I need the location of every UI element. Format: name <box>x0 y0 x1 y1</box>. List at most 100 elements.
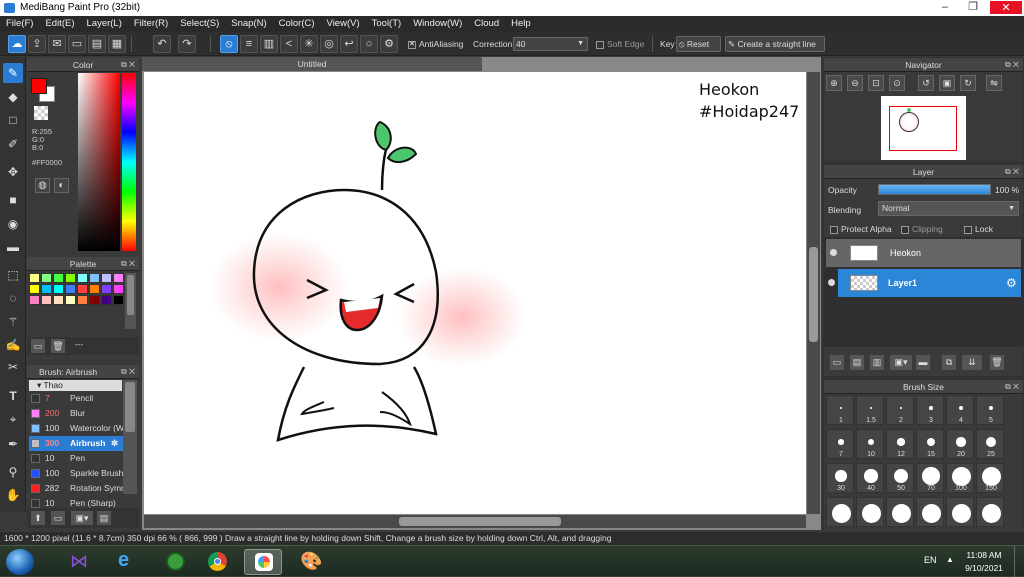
minimize-button[interactable]: – <box>934 0 956 15</box>
brush-size-cell[interactable] <box>886 497 914 527</box>
merge-layer-icon[interactable]: ⇊ <box>962 355 982 370</box>
brush-size-cell[interactable]: 30 <box>826 463 854 493</box>
brush-size-cell[interactable] <box>976 497 1004 527</box>
document-tab[interactable]: Untitled <box>142 57 482 71</box>
new-1bit-layer-icon[interactable]: ▥ <box>870 355 884 370</box>
perspective-snap-icon[interactable]: < <box>280 35 298 53</box>
save-icon[interactable]: ▤ <box>88 35 106 53</box>
brush-size-cell[interactable]: 1 <box>826 395 854 425</box>
concentric-snap-icon[interactable]: ◎ <box>320 35 338 53</box>
vertical-scroll-thumb[interactable] <box>809 247 818 342</box>
rotate-right-icon[interactable]: ↻ <box>960 75 976 91</box>
menu-edit[interactable]: Edit(E) <box>39 16 80 32</box>
brush-size-cell[interactable]: 70 <box>916 463 944 493</box>
close-button[interactable]: ✕ <box>990 1 1022 14</box>
brush-settings-icon[interactable]: ⬆ <box>31 511 45 525</box>
rotate-left-icon[interactable]: ↺ <box>918 75 934 91</box>
menu-window[interactable]: Window(W) <box>407 16 468 32</box>
cloud-icon[interactable]: ☁ <box>8 35 26 53</box>
export-icon[interactable]: ▦ <box>108 35 126 53</box>
navigator-viewport-frame[interactable] <box>889 106 957 151</box>
menu-cloud[interactable]: Cloud <box>468 16 505 32</box>
language-indicator[interactable]: EN <box>924 555 937 565</box>
palette-swatch[interactable] <box>77 284 88 294</box>
visibility-eye-icon[interactable] <box>828 279 835 286</box>
layer-settings-gear-icon[interactable]: ⚙ <box>1006 269 1017 297</box>
brush-size-cell[interactable]: 3 <box>916 395 944 425</box>
brush-size-cell[interactable] <box>826 497 854 527</box>
brush-size-cell[interactable]: 2 <box>886 395 914 425</box>
palette-swatch[interactable] <box>113 284 124 294</box>
show-desktop-button[interactable] <box>1014 546 1024 577</box>
primary-color-swatch[interactable] <box>31 78 47 94</box>
panel-popout-close-icon[interactable]: ⧉ ✕ <box>1005 58 1019 72</box>
undo-icon[interactable]: ↶ <box>153 35 171 53</box>
actual-size-icon[interactable]: ⊙ <box>889 75 905 91</box>
menu-snap[interactable]: Snap(N) <box>225 16 272 32</box>
fill-shape-tool-icon[interactable]: ■ <box>3 190 23 210</box>
eraser-tool-icon[interactable]: ◆ <box>3 87 23 107</box>
redo-icon[interactable]: ↷ <box>178 35 196 53</box>
palette-swatch[interactable] <box>113 295 124 305</box>
brush-select-tool-icon[interactable]: ✐ <box>3 134 23 154</box>
brush-tool-icon[interactable]: ✎ <box>3 63 23 83</box>
palette-swatch[interactable] <box>77 295 88 305</box>
add-brush-dropdown-icon[interactable]: ▣▾ <box>71 511 93 525</box>
share-icon[interactable]: ⇪ <box>28 35 46 53</box>
parallel-snap-icon[interactable]: ≡ <box>240 35 258 53</box>
fit-screen-icon[interactable]: ⊡ <box>868 75 884 91</box>
brush-item[interactable]: 282 Rotation Symmetry <box>29 481 123 496</box>
grid-snap-icon[interactable]: ▥ <box>260 35 278 53</box>
palette-swatch[interactable] <box>41 273 52 283</box>
palette-swatch[interactable] <box>29 273 40 283</box>
brush-item[interactable]: 10 Pen <box>29 451 123 466</box>
lasso-tool-icon[interactable]: ◌ <box>3 288 23 308</box>
saturation-value-picker[interactable] <box>78 73 120 251</box>
correction-dropdown[interactable]: 40 ▼ <box>513 37 588 51</box>
menu-view[interactable]: View(V) <box>321 16 366 32</box>
brush-property-icon[interactable]: ▤ <box>97 511 111 525</box>
select-pen-tool-icon[interactable]: ✍ <box>3 335 23 355</box>
visibility-eye-icon[interactable] <box>830 249 837 256</box>
brush-size-cell[interactable]: 4 <box>946 395 974 425</box>
hue-slider[interactable] <box>122 73 136 251</box>
palette-swatch[interactable] <box>89 284 100 294</box>
reset-button[interactable]: ⦸ Reset <box>676 36 721 52</box>
clock-date[interactable]: 9/10/2021 <box>960 563 1008 573</box>
duplicate-layer-icon[interactable]: ⧉ <box>942 355 956 370</box>
menu-filter[interactable]: Filter(R) <box>128 16 174 32</box>
operation-tool-icon[interactable]: ⌖ <box>3 409 23 429</box>
new-halftone-layer-icon[interactable]: ▤ <box>850 355 864 370</box>
snap-off-icon[interactable]: ⦸ <box>220 35 238 53</box>
panel-popout-close-icon[interactable]: ⧉ ✕ <box>1005 380 1019 394</box>
palette-swatch[interactable] <box>77 273 88 283</box>
palette-scrollbar[interactable] <box>125 273 136 329</box>
palette-swatch[interactable] <box>65 295 76 305</box>
blending-dropdown[interactable]: Normal ▼ <box>878 201 1019 216</box>
clock-time[interactable]: 11:08 AM <box>960 550 1008 560</box>
lock-checkbox[interactable]: Lock <box>964 224 993 234</box>
brush-gear-icon[interactable]: ✲ <box>111 436 118 451</box>
curve-snap-icon[interactable]: ↩ <box>340 35 358 53</box>
palette-swatch[interactable] <box>41 295 52 305</box>
flip-horizontal-icon[interactable]: ⇋ <box>986 75 1002 91</box>
straight-line-button[interactable]: ✎ Create a straight line <box>725 36 825 52</box>
palette-swatch[interactable] <box>101 284 112 294</box>
brush-size-cell[interactable]: 100 <box>946 463 974 493</box>
menu-layer[interactable]: Layer(L) <box>81 16 128 32</box>
brush-size-cell[interactable] <box>856 497 884 527</box>
hand-tool-icon[interactable]: ✋ <box>3 485 23 505</box>
folder-icon[interactable]: ▬ <box>916 355 930 370</box>
menu-help[interactable]: Help <box>505 16 537 32</box>
protect-alpha-checkbox[interactable]: Protect Alpha <box>830 224 892 234</box>
panel-popout-close-icon[interactable]: ⧉ ✕ <box>121 365 135 379</box>
palette-swatch[interactable] <box>65 284 76 294</box>
brush-size-cell[interactable]: 5 <box>976 395 1004 425</box>
opacity-slider[interactable] <box>878 184 991 195</box>
brush-size-cell[interactable]: 12 <box>886 429 914 459</box>
taskbar-internet-explorer-icon[interactable]: e <box>108 549 146 575</box>
palette-swatch[interactable] <box>113 273 124 283</box>
new-file-icon[interactable]: ▭ <box>68 35 86 53</box>
brush-size-cell[interactable]: 7 <box>826 429 854 459</box>
brush-size-cell[interactable]: 20 <box>946 429 974 459</box>
